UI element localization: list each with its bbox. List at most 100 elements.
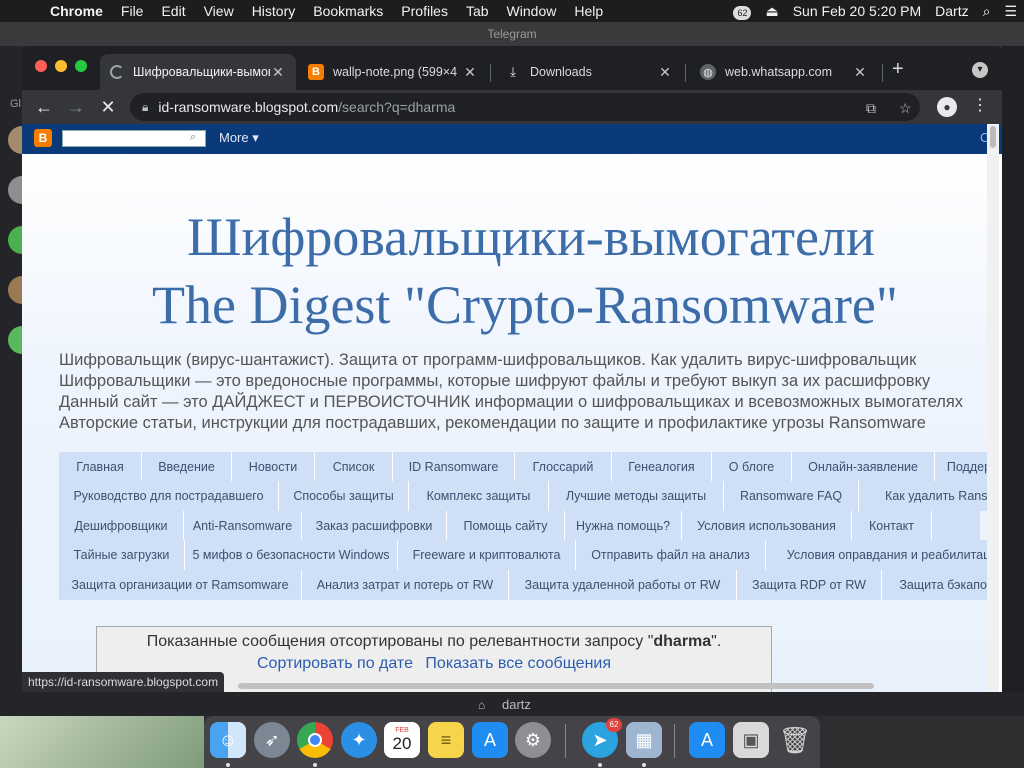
menu-link[interactable]: Ransomware FAQ [724, 481, 859, 511]
tab-wallp-note[interactable]: B wallp-note.png (599×4 ✕ [298, 54, 488, 90]
sort-by-date-link[interactable]: Сортировать по дате [257, 655, 413, 672]
profile-icon[interactable]: ● [937, 97, 957, 117]
blogger-icon[interactable]: B [34, 129, 52, 147]
menu-link[interactable]: Генеалогия [612, 452, 712, 482]
close-icon[interactable]: ✕ [657, 64, 673, 81]
tab-downloads[interactable]: ⤓ Downloads ✕ [495, 54, 683, 90]
link-status-url: https://id-ransomware.blogspot.com [22, 672, 225, 692]
menu-view[interactable]: View [195, 3, 243, 19]
menu-link[interactable]: Условия использования [682, 511, 852, 541]
menu-link[interactable]: Защита бэкапов [882, 570, 989, 600]
notes-icon[interactable]: ≡ [428, 722, 464, 758]
new-tab-button[interactable]: + [892, 59, 904, 79]
system-preferences-icon[interactable]: ⚙ [515, 722, 551, 758]
clock[interactable]: Sun Feb 20 5:20 PM [786, 3, 928, 19]
menu-link[interactable]: Контакт [852, 511, 932, 541]
safari-icon[interactable]: ✦ [341, 722, 377, 758]
translate-icon[interactable]: ⧉ [866, 100, 876, 117]
menu-link[interactable]: Условия оправдания и реабилитации [766, 540, 989, 570]
menu-link[interactable]: Заказ расшифровки [302, 511, 447, 541]
status-badge[interactable]: 62 [726, 3, 758, 20]
menu-link[interactable]: Глоссарий [515, 452, 612, 482]
menu-app-name[interactable]: Chrome [38, 3, 112, 19]
menu-profiles[interactable]: Profiles [392, 3, 457, 19]
menu-tab[interactable]: Tab [457, 3, 498, 19]
tab-whatsapp[interactable]: ◍ web.whatsapp.com ✕ [690, 54, 878, 90]
more-menu[interactable]: More ▾ [219, 130, 259, 146]
menu-link[interactable]: Помощь сайту [447, 511, 565, 541]
scrollbar-thumb[interactable] [238, 683, 874, 689]
menu-bookmarks[interactable]: Bookmarks [304, 3, 392, 19]
menu-link[interactable]: О блоге [712, 452, 792, 482]
chrome-icon[interactable] [297, 722, 333, 758]
menu-link[interactable]: Поддержка [935, 452, 989, 482]
home-icon[interactable]: ⌂ [478, 698, 485, 712]
menu-link[interactable]: 5 мифов о безопасности Windows [185, 540, 398, 570]
chrome-menu-icon[interactable]: ⋮ [972, 95, 988, 115]
back-button[interactable]: ← [33, 96, 55, 118]
stop-loading-button[interactable]: ✕ [97, 96, 119, 118]
description-line: Авторские статьи, инструкции для пострад… [59, 414, 926, 432]
launchpad-icon[interactable]: ➶ [254, 722, 290, 758]
tab-search-icon[interactable]: ▾ [972, 62, 988, 78]
forward-button[interactable]: → [65, 96, 87, 118]
menu-link[interactable]: Главная [59, 452, 142, 482]
menu-link[interactable]: Комплекс защиты [409, 481, 549, 511]
finder-icon[interactable]: ☺ [210, 722, 246, 758]
close-icon[interactable]: ✕ [852, 64, 868, 81]
spotlight-icon[interactable]: ⌕ [976, 3, 998, 20]
menu-link[interactable]: Введение [142, 452, 232, 482]
menu-link[interactable]: Защита RDP от RW [737, 570, 882, 600]
menu-link[interactable]: Способы защиты [279, 481, 409, 511]
image-folder-icon[interactable]: ▣ [733, 722, 769, 758]
menu-link[interactable]: Нужна помощь? [565, 511, 682, 541]
close-icon[interactable]: ✕ [270, 64, 286, 81]
menu-link[interactable]: Список [315, 452, 393, 482]
menu-link[interactable]: Защита удаленной работы от RW [509, 570, 737, 600]
minimize-window-button[interactable] [55, 60, 67, 72]
menu-link[interactable]: Freeware и криптовалюта [398, 540, 576, 570]
app-store-downloads-icon[interactable]: A [689, 722, 725, 758]
menu-link[interactable]: Anti-Ransomware [184, 511, 302, 541]
menu-help[interactable]: Help [565, 3, 612, 19]
tab-id-ransomware[interactable]: Шифровальщики-вымогатели ✕ [100, 54, 296, 90]
telegram-bottom-user[interactable]: dartz [502, 697, 531, 712]
maximize-window-button[interactable] [75, 60, 87, 72]
menu-window[interactable]: Window [498, 3, 566, 19]
bookmark-star-icon[interactable]: ☆ [899, 100, 912, 117]
close-window-button[interactable] [35, 60, 47, 72]
menu-link[interactable]: Тайные загрузки [59, 540, 185, 570]
menu-link[interactable]: Защита организации от Ramsomware [59, 570, 302, 600]
blog-subtitle[interactable]: The Digest "Crypto-Ransomware" [152, 274, 898, 336]
address-bar[interactable]: 🔒︎ id-ransomware.blogspot.com/search?q=d… [130, 93, 920, 121]
telegram-bottom-bar: ⌂ dartz [0, 692, 1024, 716]
menu-link[interactable]: Отправить файл на анализ [576, 540, 766, 570]
menu-file[interactable]: File [112, 3, 153, 19]
app-store-icon[interactable]: A [472, 722, 508, 758]
menu-history[interactable]: History [243, 3, 305, 19]
eject-icon[interactable]: ⏏ [758, 3, 785, 20]
lock-icon[interactable]: 🔒︎ [142, 100, 148, 115]
user-name[interactable]: Dartz [928, 3, 975, 19]
calendar-icon[interactable]: FEB 20 [384, 722, 420, 758]
vertical-scrollbar[interactable] [987, 124, 999, 692]
show-all-posts-link[interactable]: Показать все сообщения [425, 655, 611, 672]
trash-icon[interactable]: 🗑︎ [777, 722, 813, 758]
search-input[interactable] [62, 130, 206, 147]
preview-icon[interactable]: ▦ [626, 722, 662, 758]
menu-link[interactable]: Новости [232, 452, 315, 482]
menu-link[interactable]: Анализ затрат и потерь от RW [302, 570, 509, 600]
scrollbar-thumb[interactable] [990, 126, 996, 148]
menu-link[interactable]: Руководство для пострадавшего [59, 481, 279, 511]
close-icon[interactable]: ✕ [462, 64, 478, 81]
menu-edit[interactable]: Edit [152, 3, 194, 19]
menu-link[interactable]: Онлайн-заявление [792, 452, 935, 482]
chrome-window: Шифровальщики-вымогатели ✕ B wallp-note.… [22, 46, 1002, 692]
control-center-icon[interactable]: ☰ [997, 3, 1024, 20]
search-icon[interactable]: ⌕ [190, 131, 196, 144]
menu-link[interactable]: Дешифровщики [59, 511, 184, 541]
blog-title[interactable]: Шифровальщики-вымогатели [187, 206, 875, 268]
menu-link[interactable]: ID Ransomware [393, 452, 515, 482]
menu-link[interactable]: Как удалить Ransomware [859, 481, 989, 511]
menu-link[interactable]: Лучшие методы защиты [549, 481, 724, 511]
